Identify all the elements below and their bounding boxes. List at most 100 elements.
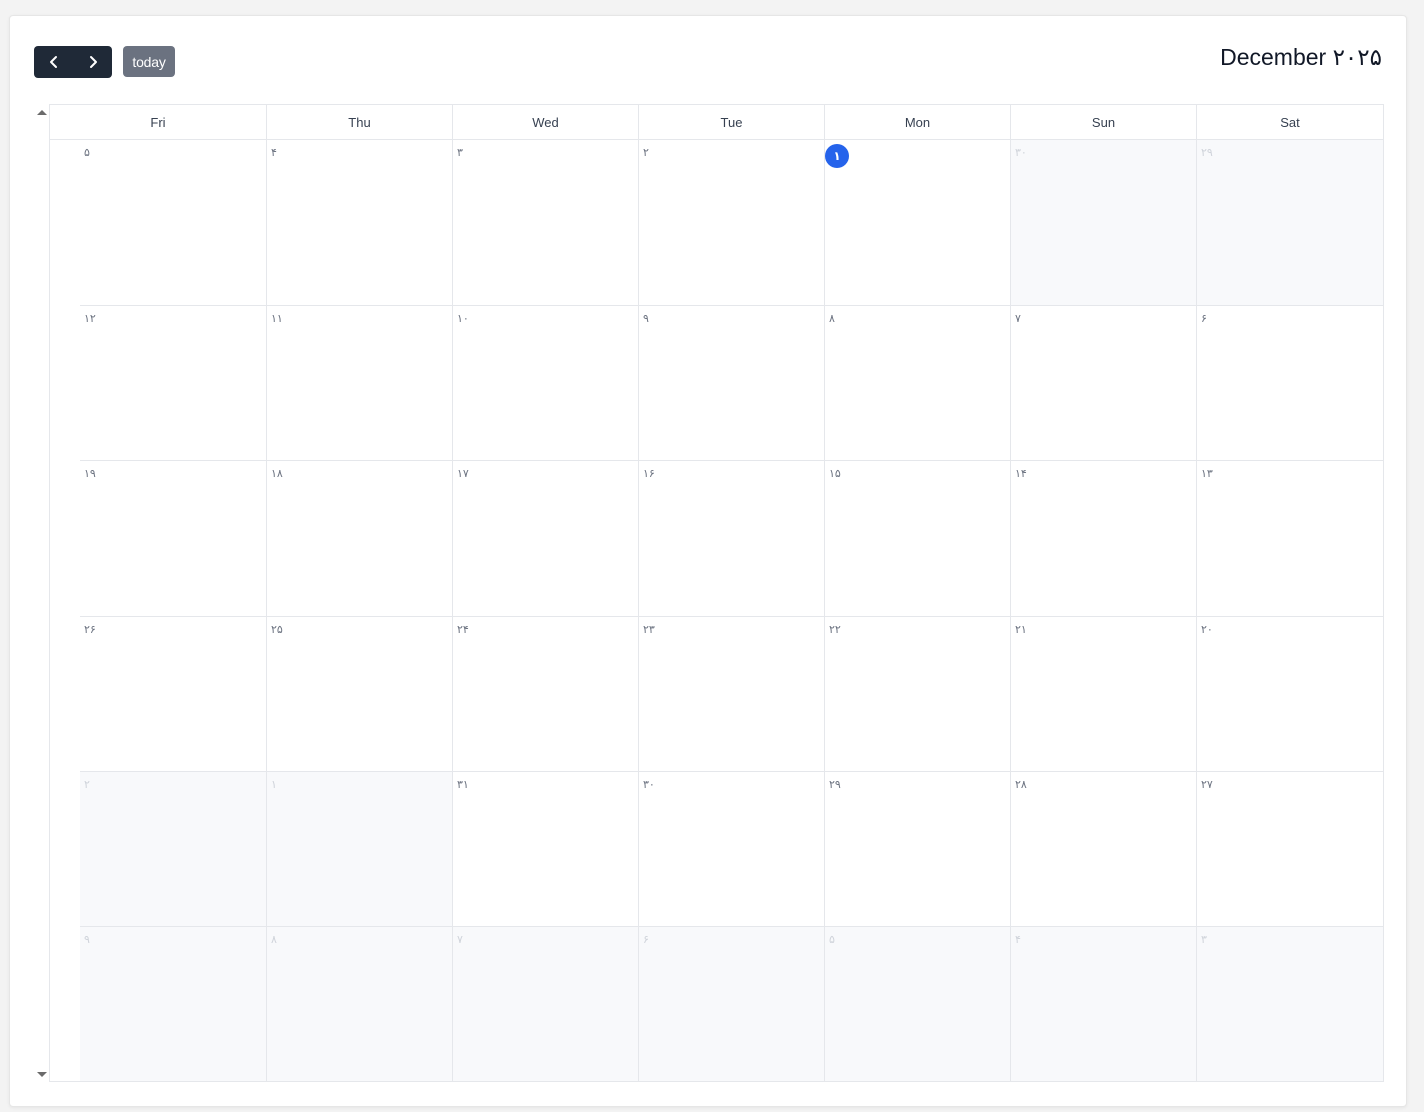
day-cell[interactable]: ۲۹ bbox=[824, 772, 1010, 927]
day-cell[interactable]: ۲ bbox=[80, 772, 266, 927]
day-cell[interactable]: ۹ bbox=[638, 306, 824, 461]
day-cell[interactable]: ۲۱ bbox=[1010, 617, 1196, 772]
day-number[interactable]: ۳۰ bbox=[643, 778, 655, 791]
day-number[interactable]: ۷ bbox=[1015, 312, 1021, 325]
day-number[interactable]: ۵ bbox=[84, 146, 90, 159]
today-day-number[interactable]: ۱ bbox=[825, 144, 849, 168]
day-cell[interactable]: ۲ bbox=[638, 140, 824, 306]
day-number[interactable]: ۱۹ bbox=[84, 467, 96, 480]
day-number[interactable]: ۲۹ bbox=[1201, 146, 1213, 159]
day-number[interactable]: ۷ bbox=[457, 933, 463, 946]
day-number[interactable]: ۲۵ bbox=[271, 623, 283, 636]
day-cell[interactable]: ۱۸ bbox=[266, 461, 452, 617]
day-cell[interactable]: ۱۵ bbox=[824, 461, 1010, 617]
day-cell[interactable]: ۲۸ bbox=[1010, 772, 1196, 927]
month-grid: Fri Thu Wed Tue Mon Sun Sat ۵ ۴ ۳ ۲ ۱ ۳۰ ۲۹ ۱۲ ۱۱ ۱۰ ۹ ۸ ۷… bbox=[49, 104, 1384, 1082]
day-cell[interactable]: ۲۶ bbox=[80, 617, 266, 772]
day-number[interactable]: ۲ bbox=[643, 146, 649, 159]
day-cell[interactable]: ۴ bbox=[266, 140, 452, 306]
day-cell[interactable]: ۱۹ bbox=[80, 461, 266, 617]
scroll-up-arrow-icon[interactable] bbox=[37, 110, 47, 115]
day-cell[interactable]: ۲۹ bbox=[1196, 140, 1383, 306]
weekday-header-sat: Sat bbox=[1196, 105, 1383, 139]
day-number[interactable]: ۲۶ bbox=[84, 623, 96, 636]
day-cell[interactable]: ۳۰ bbox=[638, 772, 824, 927]
weekday-header-thu: Thu bbox=[266, 105, 452, 139]
day-number[interactable]: ۱۰ bbox=[457, 312, 469, 325]
day-number[interactable]: ۱۳ bbox=[1201, 467, 1213, 480]
day-cell[interactable]: ۱۲ bbox=[80, 306, 266, 461]
calendar-card: today December ۲۰۲۵ Fri Thu Wed Tue Mon Sun Sa… bbox=[9, 15, 1407, 1107]
day-cell[interactable]: ۶ bbox=[638, 927, 824, 1082]
week-row: ۹ ۸ ۷ ۶ ۵ ۴ ۳ bbox=[50, 927, 1383, 1082]
day-cell[interactable]: ۵ bbox=[824, 927, 1010, 1082]
day-number[interactable]: ۱۸ bbox=[271, 467, 283, 480]
next-month-button[interactable] bbox=[73, 46, 112, 78]
week-row: ۱۹ ۱۸ ۱۷ ۱۶ ۱۵ ۱۴ ۱۳ bbox=[50, 461, 1383, 617]
day-number[interactable]: ۱۲ bbox=[84, 312, 96, 325]
day-number[interactable]: ۱۵ bbox=[829, 467, 841, 480]
vertical-scrollbar[interactable] bbox=[34, 105, 50, 1082]
day-number[interactable]: ۶ bbox=[1201, 312, 1207, 325]
day-number[interactable]: ۲۲ bbox=[829, 623, 841, 636]
day-cell[interactable]: ۲۵ bbox=[266, 617, 452, 772]
prev-month-button[interactable] bbox=[34, 46, 73, 78]
day-number[interactable]: ۲۴ bbox=[457, 623, 469, 636]
day-number[interactable]: ۲۹ bbox=[829, 778, 841, 791]
day-number[interactable]: ۳۰ bbox=[1015, 146, 1027, 159]
day-cell[interactable]: ۵ bbox=[80, 140, 266, 306]
day-cell[interactable]: ۶ bbox=[1196, 306, 1383, 461]
day-number[interactable]: ۳ bbox=[1201, 933, 1207, 946]
day-cell[interactable]: ۲۳ bbox=[638, 617, 824, 772]
day-number[interactable]: ۸ bbox=[271, 933, 277, 946]
day-number[interactable]: ۸ bbox=[829, 312, 835, 325]
day-cell[interactable]: ۲۰ bbox=[1196, 617, 1383, 772]
day-number[interactable]: ۲ bbox=[84, 778, 90, 791]
day-cell[interactable]: ۲۷ bbox=[1196, 772, 1383, 927]
day-cell[interactable]: ۲۴ bbox=[452, 617, 638, 772]
day-number[interactable]: ۱۱ bbox=[271, 312, 283, 325]
day-number[interactable]: ۲۰ bbox=[1201, 623, 1213, 636]
day-number[interactable]: ۳۱ bbox=[457, 778, 469, 791]
day-cell[interactable]: ۱۰ bbox=[452, 306, 638, 461]
day-number[interactable]: ۴ bbox=[271, 146, 277, 159]
day-number[interactable]: ۲۳ bbox=[643, 623, 655, 636]
day-cell[interactable]: ۱۶ bbox=[638, 461, 824, 617]
weekday-header-sun: Sun bbox=[1010, 105, 1196, 139]
day-number[interactable]: ۱۷ bbox=[457, 467, 469, 480]
day-cell[interactable]: ۳ bbox=[452, 140, 638, 306]
day-number[interactable]: ۹ bbox=[84, 933, 90, 946]
day-number[interactable]: ۵ bbox=[829, 933, 835, 946]
weekday-header-fri: Fri bbox=[150, 114, 166, 130]
day-number[interactable]: ۲۸ bbox=[1015, 778, 1027, 791]
day-cell[interactable]: ۱۷ bbox=[452, 461, 638, 617]
day-cell[interactable]: ۷ bbox=[1010, 306, 1196, 461]
nav-button-group bbox=[34, 46, 112, 78]
scroll-down-arrow-icon[interactable] bbox=[37, 1072, 47, 1077]
day-number[interactable]: ۱ bbox=[271, 778, 277, 791]
day-cell[interactable]: ۱۳ bbox=[1196, 461, 1383, 617]
day-number[interactable]: ۲۱ bbox=[1015, 623, 1027, 636]
day-number[interactable]: ۱۶ bbox=[643, 467, 655, 480]
day-cell[interactable]: ۷ bbox=[452, 927, 638, 1082]
day-cell[interactable]: ۱ bbox=[266, 772, 452, 927]
day-cell[interactable]: ۹ bbox=[80, 927, 266, 1082]
day-number[interactable]: ۱۴ bbox=[1015, 467, 1027, 480]
today-button[interactable]: today bbox=[123, 46, 175, 77]
day-cell[interactable]: ۴ bbox=[1010, 927, 1196, 1082]
day-cell[interactable]: ۳ bbox=[1196, 927, 1383, 1082]
day-cell[interactable]: ۱ bbox=[824, 140, 1010, 306]
day-number[interactable]: ۲۷ bbox=[1201, 778, 1213, 791]
day-number[interactable]: ۴ bbox=[1015, 933, 1021, 946]
day-number[interactable]: ۹ bbox=[643, 312, 649, 325]
day-cell[interactable]: ۸ bbox=[266, 927, 452, 1082]
day-cell[interactable]: ۳۰ bbox=[1010, 140, 1196, 306]
day-number[interactable]: ۳ bbox=[457, 146, 463, 159]
day-cell[interactable]: ۳۱ bbox=[452, 772, 638, 927]
day-cell[interactable]: ۸ bbox=[824, 306, 1010, 461]
day-cell[interactable]: ۱۴ bbox=[1010, 461, 1196, 617]
day-cell[interactable]: ۱۱ bbox=[266, 306, 452, 461]
day-cell[interactable]: ۲۲ bbox=[824, 617, 1010, 772]
day-number[interactable]: ۶ bbox=[643, 933, 649, 946]
week-row: ۲۶ ۲۵ ۲۴ ۲۳ ۲۲ ۲۱ ۲۰ bbox=[50, 617, 1383, 772]
